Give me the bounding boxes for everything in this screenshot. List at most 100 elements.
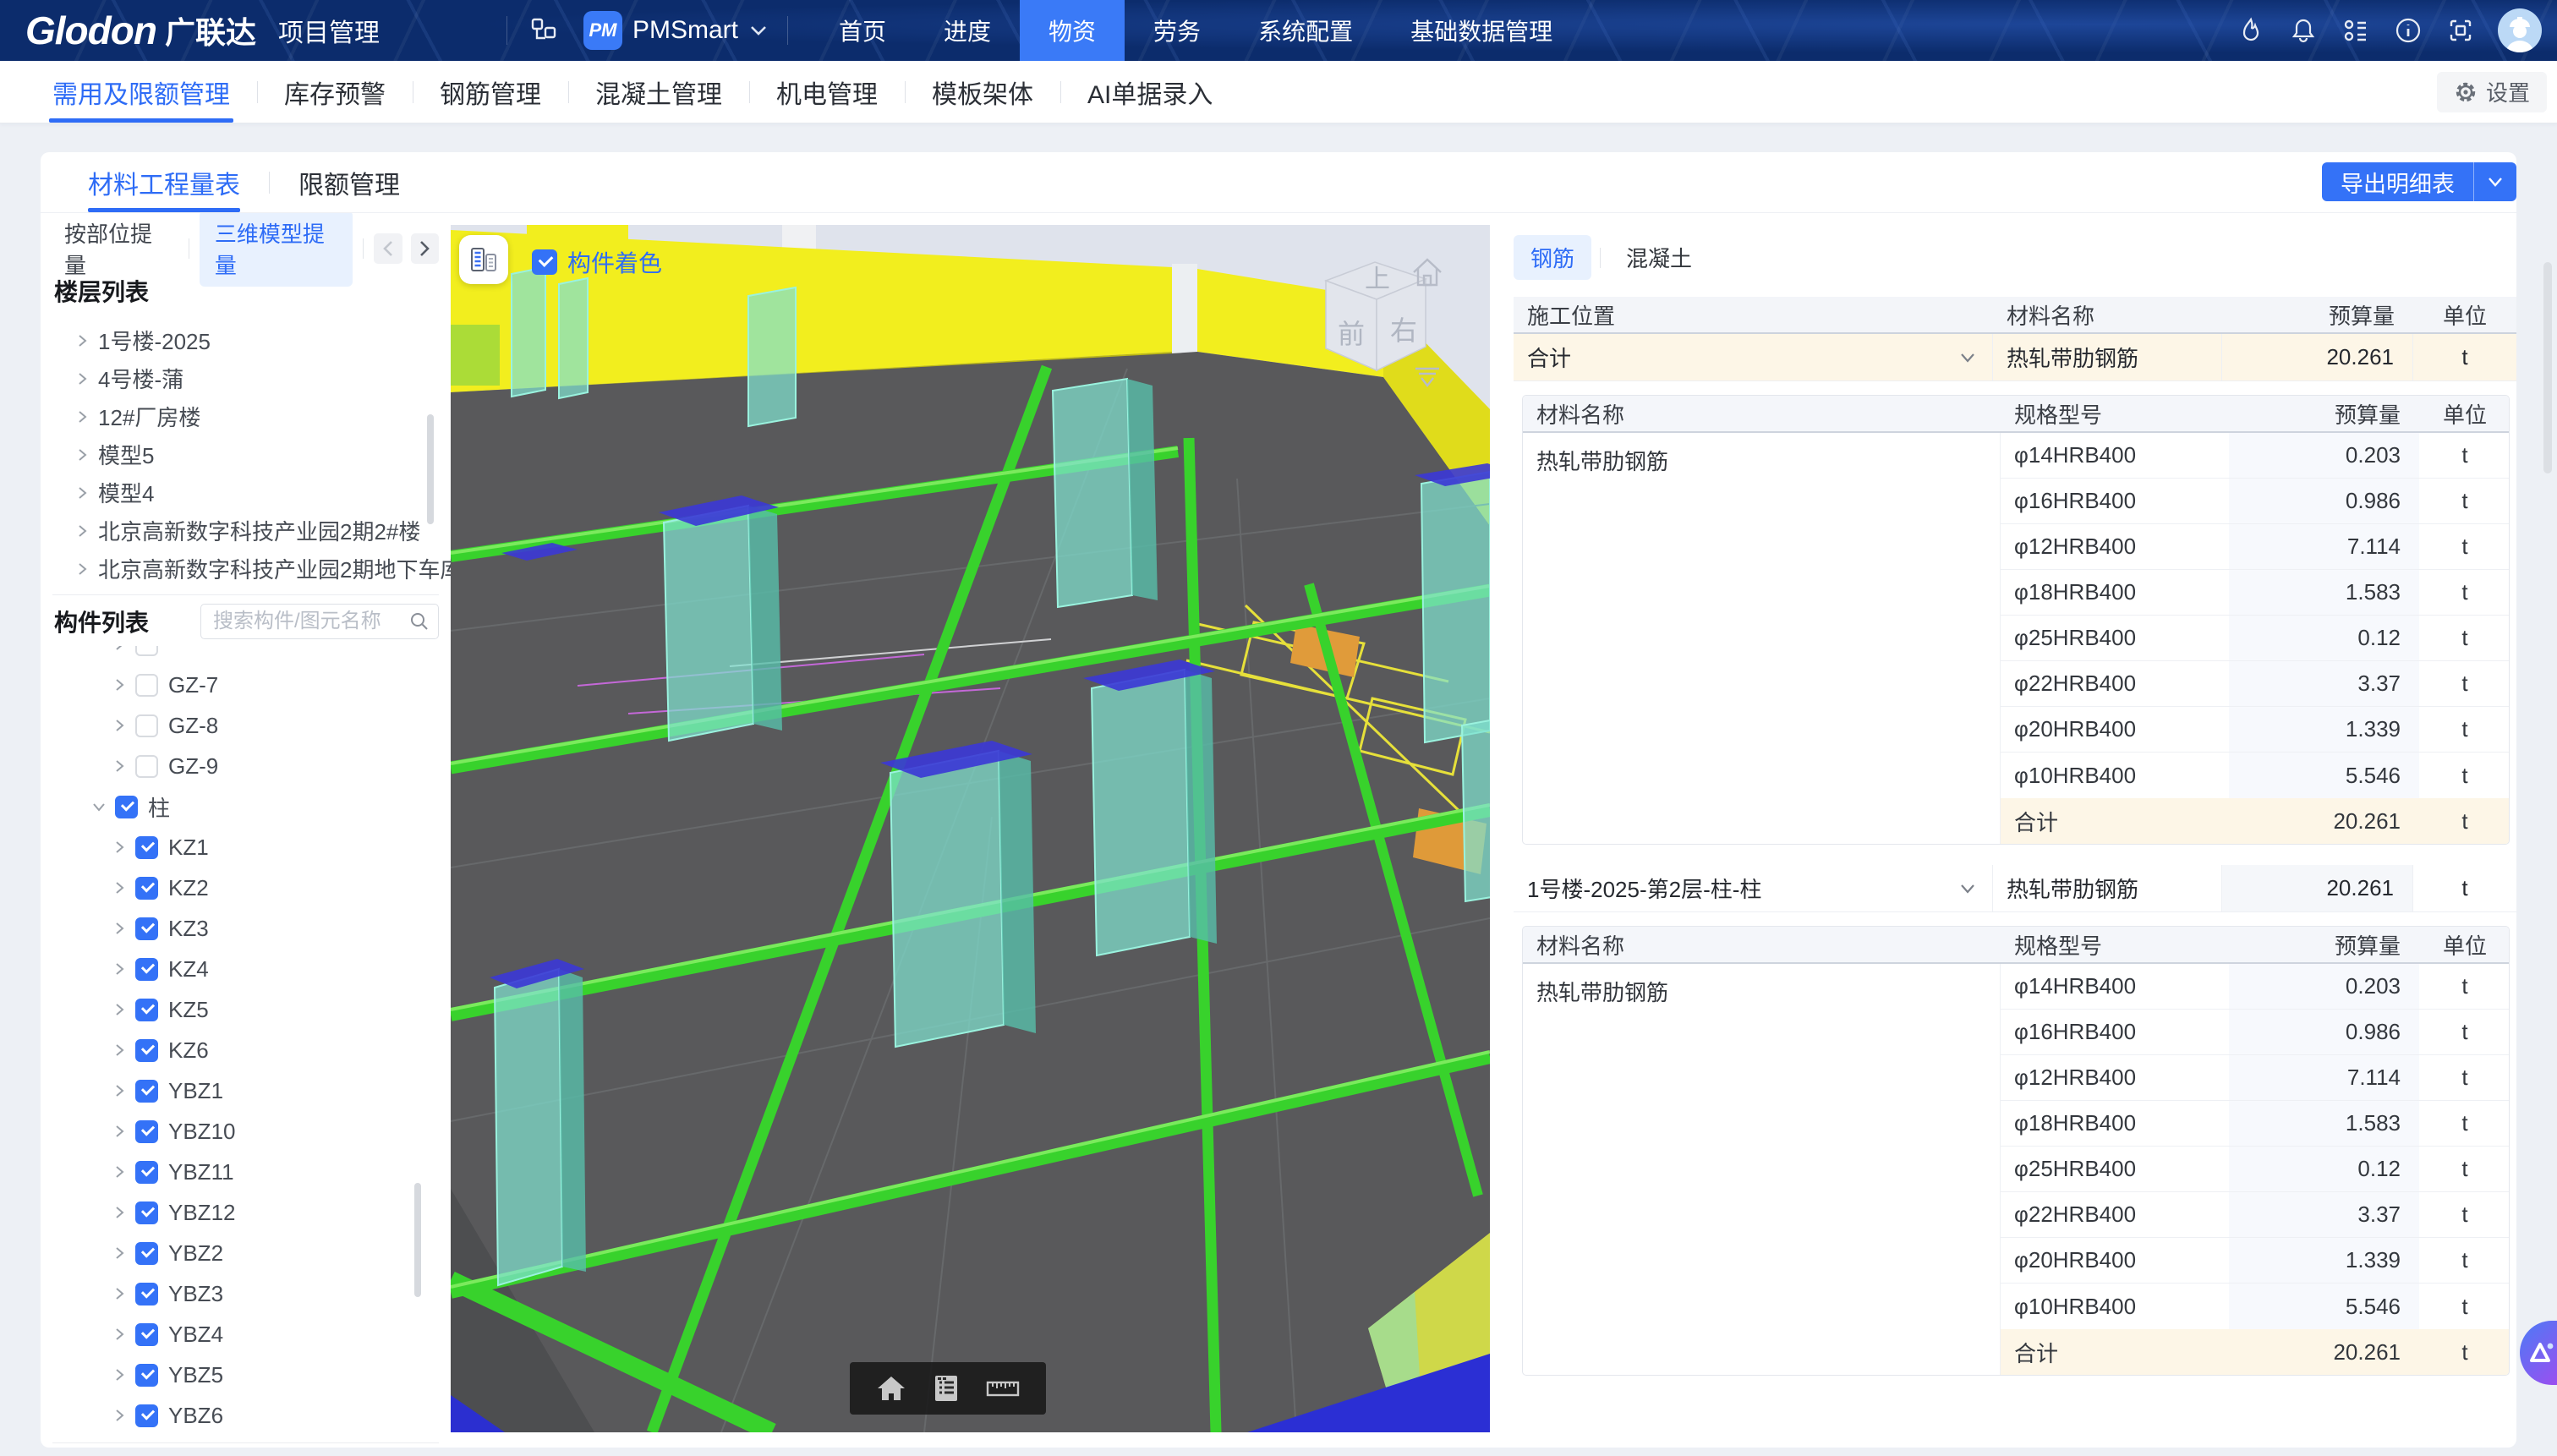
model-list-button[interactable] [459, 235, 508, 284]
component-item[interactable]: GZ-8 [52, 705, 439, 746]
detail-row[interactable]: φ20HRB400 1.339 t [2001, 1238, 2510, 1284]
chevron-right-icon[interactable] [76, 371, 88, 386]
module-tab[interactable]: AI单据录入 [1060, 61, 1240, 123]
component-checkbox[interactable] [135, 836, 158, 859]
component-checkbox[interactable] [135, 755, 158, 778]
tree-chevron-icon[interactable] [113, 677, 125, 692]
tree-chevron-icon[interactable] [113, 1083, 125, 1098]
detail-row[interactable]: φ12HRB400 7.114 t [2001, 1055, 2510, 1101]
floor-item[interactable]: 北京高新数字科技产业园2期2#楼 [52, 512, 439, 550]
tree-chevron-icon[interactable] [113, 880, 125, 895]
shading-checkbox[interactable] [532, 249, 557, 275]
export-detail-button[interactable]: 导出明细表 [2322, 162, 2516, 201]
bim-3d-viewport[interactable]: 构件着色 上 前 右 [451, 225, 1490, 1432]
chevron-down-icon[interactable] [1958, 352, 1977, 364]
tree-chevron-icon[interactable] [113, 1124, 125, 1139]
component-item[interactable]: YBZ4 [52, 1314, 439, 1355]
tree-chevron-icon[interactable] [113, 718, 125, 733]
tab-quota-management[interactable]: 限额管理 [298, 152, 400, 212]
tree-chevron-icon[interactable] [113, 1408, 125, 1423]
group-row-location[interactable]: 1号楼-2025-第2层-柱-柱 热轧带肋钢筋 20.261 t [1514, 865, 2516, 912]
tree-chevron-icon[interactable] [113, 1286, 125, 1301]
component-item[interactable]: KZ1 [52, 827, 439, 868]
tree-chevron-icon[interactable] [113, 758, 125, 774]
module-tab[interactable]: 混凝土管理 [568, 61, 749, 123]
component-checkbox[interactable] [135, 917, 158, 940]
component-checkbox[interactable] [135, 1404, 158, 1427]
detail-row[interactable]: φ14HRB400 0.203 t [2001, 964, 2510, 1010]
mode-3d-model[interactable]: 三维模型提量 [200, 213, 353, 287]
app-switcher[interactable]: PM PMSmart [580, 0, 787, 61]
main-menu-item[interactable]: 系统配置 [1229, 0, 1382, 61]
detail-row[interactable]: φ18HRB400 1.583 t [2001, 1101, 2510, 1147]
reset-view-button[interactable] [876, 1374, 906, 1403]
component-checkbox[interactable] [135, 1039, 158, 1062]
tree-chevron-icon[interactable] [113, 840, 125, 855]
main-menu-item[interactable]: 基础数据管理 [1382, 0, 1581, 61]
settings-button[interactable]: 设置 [2437, 72, 2547, 112]
component-item[interactable]: YBZ1 [52, 1070, 439, 1111]
detail-row[interactable]: φ16HRB400 0.986 t [2001, 1010, 2510, 1055]
component-item[interactable]: KZ6 [52, 1030, 439, 1070]
detail-row[interactable]: φ22HRB400 3.37 t [2001, 1192, 2510, 1238]
component-item[interactable]: YBZ6 [52, 1395, 439, 1436]
detail-row[interactable]: φ14HRB400 0.203 t [2001, 433, 2510, 479]
chevron-right-icon[interactable] [76, 561, 88, 577]
module-tab[interactable]: 需用及限额管理 [25, 61, 257, 123]
component-item[interactable]: KZ3 [52, 908, 439, 949]
component-item[interactable]: YBZ5 [52, 1355, 439, 1395]
main-menu-item[interactable]: 劳务 [1125, 0, 1229, 61]
floor-item[interactable]: 北京高新数字科技产业园2期地下车库人防 [52, 550, 439, 588]
component-item[interactable]: GZ-7 [52, 665, 439, 705]
bell-icon[interactable] [2288, 15, 2319, 46]
component-item[interactable]: YBZ2 [52, 1233, 439, 1273]
tree-chevron-icon[interactable] [113, 961, 125, 977]
home-view-icon[interactable] [1409, 255, 1446, 289]
user-avatar[interactable] [2498, 8, 2542, 52]
detail-row[interactable]: φ22HRB400 3.37 t [2001, 661, 2510, 707]
next-button[interactable] [411, 233, 440, 264]
component-item[interactable]: 柱 [52, 786, 439, 827]
collapse-panel-icon[interactable] [1410, 365, 1444, 391]
prev-button[interactable] [374, 233, 402, 264]
view-list-button[interactable] [932, 1374, 961, 1403]
component-item[interactable]: KZ4 [52, 949, 439, 989]
module-tab[interactable]: 钢筋管理 [413, 61, 568, 123]
component-checkbox[interactable] [135, 1242, 158, 1265]
component-checkbox[interactable] [135, 674, 158, 697]
tab-concrete[interactable]: 混凝土 [1609, 235, 1709, 280]
detail-row[interactable]: φ18HRB400 1.583 t [2001, 570, 2510, 616]
tab-rebar[interactable]: 钢筋 [1514, 235, 1591, 280]
tree-chevron-icon[interactable] [113, 1164, 125, 1180]
chevron-right-icon[interactable] [76, 485, 88, 501]
flame-icon[interactable] [2236, 15, 2266, 46]
component-checkbox[interactable] [135, 1323, 158, 1346]
component-checkbox[interactable] [135, 1283, 158, 1305]
component-checkbox[interactable] [135, 646, 158, 656]
mode-by-part[interactable]: 按部位提量 [52, 217, 178, 280]
detail-row[interactable]: φ10HRB400 5.546 t [2001, 753, 2510, 798]
main-menu-item[interactable]: 首页 [810, 0, 915, 61]
info-icon[interactable] [2393, 15, 2423, 46]
chevron-right-icon[interactable] [76, 523, 88, 539]
page-scrollbar[interactable] [2543, 262, 2552, 473]
group-row-total[interactable]: 合计 热轧带肋钢筋 20.261 t [1514, 334, 2516, 381]
component-item[interactable]: KZ2 [52, 868, 439, 908]
component-item[interactable]: YBZ12 [52, 1192, 439, 1233]
component-checkbox[interactable] [115, 796, 138, 818]
component-shading-toggle[interactable]: 构件着色 [532, 245, 662, 279]
org-switcher-button[interactable] [507, 0, 580, 61]
ai-assistant-button[interactable] [2520, 1321, 2557, 1385]
component-checkbox[interactable] [135, 714, 158, 737]
tree-chevron-icon[interactable] [113, 1002, 125, 1017]
chevron-right-icon[interactable] [76, 333, 88, 348]
component-item[interactable] [52, 646, 439, 665]
component-item[interactable]: YBZ11 [52, 1152, 439, 1192]
main-menu-item[interactable]: 进度 [915, 0, 1020, 61]
measure-button[interactable] [986, 1376, 1020, 1401]
tree-chevron-icon[interactable] [113, 1245, 125, 1261]
detail-row[interactable]: φ12HRB400 7.114 t [2001, 524, 2510, 570]
floor-item[interactable]: 模型5 [52, 435, 439, 473]
component-checkbox[interactable] [135, 1364, 158, 1387]
detail-row[interactable]: φ25HRB400 0.12 t [2001, 1147, 2510, 1192]
